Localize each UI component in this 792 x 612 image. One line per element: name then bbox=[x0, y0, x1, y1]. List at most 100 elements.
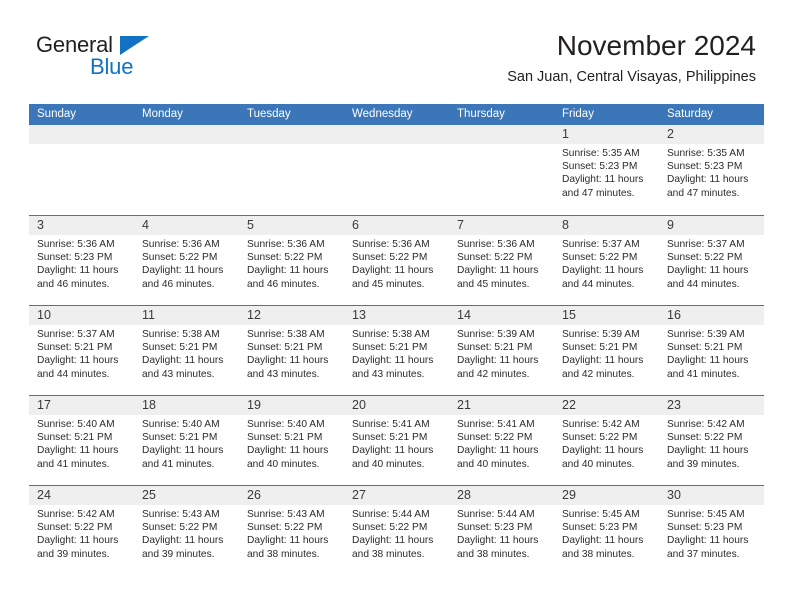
day-number: 10 bbox=[29, 306, 134, 325]
sunset-time: Sunset: 5:21 PM bbox=[142, 432, 218, 444]
calendar-weeks: 1 Sunrise: 5:35 AM Sunset: 5:23 PM Daylight… bbox=[29, 125, 764, 575]
day-details: Sunrise: 5:38 AM Sunset: 5:21 PM Daylight:… bbox=[134, 325, 239, 381]
day-details: Sunrise: 5:39 AM Sunset: 5:21 PM Daylight:… bbox=[449, 325, 554, 381]
daylight-duration-line1: Daylight: 11 hours bbox=[667, 265, 749, 277]
day-number: 5 bbox=[239, 216, 344, 235]
sunset-time: Sunset: 5:22 PM bbox=[352, 522, 428, 534]
calendar-day-cell[interactable]: 22 Sunrise: 5:42 AM Sunset: 5:22 PM Dayligh… bbox=[554, 396, 659, 485]
calendar-day-cell[interactable]: 5 Sunrise: 5:36 AM Sunset: 5:22 PM Daylight… bbox=[239, 216, 344, 305]
calendar-day-cell-empty bbox=[134, 125, 239, 215]
day-details: Sunrise: 5:36 AM Sunset: 5:23 PM Daylight:… bbox=[29, 235, 134, 291]
daylight-duration-line2: and 39 minutes. bbox=[37, 548, 110, 560]
calendar-day-cell[interactable]: 1 Sunrise: 5:35 AM Sunset: 5:23 PM Daylight… bbox=[554, 125, 659, 215]
day-number: 1 bbox=[554, 125, 659, 144]
day-details: Sunrise: 5:35 AM Sunset: 5:23 PM Daylight:… bbox=[554, 144, 659, 200]
calendar-day-cell[interactable]: 9 Sunrise: 5:37 AM Sunset: 5:22 PM Daylight… bbox=[659, 216, 764, 305]
calendar-day-cell[interactable]: 14 Sunrise: 5:39 AM Sunset: 5:21 PM Dayligh… bbox=[449, 306, 554, 395]
calendar-day-cell[interactable]: 2 Sunrise: 5:35 AM Sunset: 5:23 PM Daylight… bbox=[659, 125, 764, 215]
calendar-week-row: 3 Sunrise: 5:36 AM Sunset: 5:23 PM Daylight… bbox=[29, 215, 764, 305]
day-number: 24 bbox=[29, 486, 134, 505]
calendar-day-cell[interactable]: 18 Sunrise: 5:40 AM Sunset: 5:21 PM Dayligh… bbox=[134, 396, 239, 485]
calendar-day-cell[interactable]: 23 Sunrise: 5:42 AM Sunset: 5:22 PM Dayligh… bbox=[659, 396, 764, 485]
calendar-day-cell[interactable]: 21 Sunrise: 5:41 AM Sunset: 5:22 PM Dayligh… bbox=[449, 396, 554, 485]
daylight-duration-line2: and 38 minutes. bbox=[457, 548, 530, 560]
calendar-day-cell[interactable]: 16 Sunrise: 5:39 AM Sunset: 5:21 PM Dayligh… bbox=[659, 306, 764, 395]
day-details: Sunrise: 5:35 AM Sunset: 5:23 PM Daylight:… bbox=[659, 144, 764, 200]
daylight-duration-line2: and 37 minutes. bbox=[667, 548, 740, 560]
day-details: Sunrise: 5:42 AM Sunset: 5:22 PM Daylight:… bbox=[29, 505, 134, 561]
daylight-duration-line1: Daylight: 11 hours bbox=[37, 265, 119, 277]
daylight-duration-line1: Daylight: 11 hours bbox=[352, 355, 434, 367]
sunset-time: Sunset: 5:21 PM bbox=[352, 432, 428, 444]
day-details: Sunrise: 5:36 AM Sunset: 5:22 PM Daylight:… bbox=[239, 235, 344, 291]
day-details: Sunrise: 5:45 AM Sunset: 5:23 PM Daylight:… bbox=[659, 505, 764, 561]
calendar-day-cell[interactable]: 29 Sunrise: 5:45 AM Sunset: 5:23 PM Dayligh… bbox=[554, 486, 659, 575]
daylight-duration-line1: Daylight: 11 hours bbox=[247, 355, 329, 367]
calendar-day-cell[interactable]: 3 Sunrise: 5:36 AM Sunset: 5:23 PM Daylight… bbox=[29, 216, 134, 305]
day-details: Sunrise: 5:38 AM Sunset: 5:21 PM Daylight:… bbox=[344, 325, 449, 381]
calendar-day-cell[interactable]: 10 Sunrise: 5:37 AM Sunset: 5:21 PM Dayligh… bbox=[29, 306, 134, 395]
daylight-duration-line1: Daylight: 11 hours bbox=[247, 535, 329, 547]
day-details: Sunrise: 5:36 AM Sunset: 5:22 PM Daylight:… bbox=[449, 235, 554, 291]
calendar-day-cell[interactable]: 28 Sunrise: 5:44 AM Sunset: 5:23 PM Dayligh… bbox=[449, 486, 554, 575]
calendar-day-cell[interactable]: 20 Sunrise: 5:41 AM Sunset: 5:21 PM Dayligh… bbox=[344, 396, 449, 485]
day-details: Sunrise: 5:39 AM Sunset: 5:21 PM Daylight:… bbox=[659, 325, 764, 381]
calendar-day-cell[interactable]: 27 Sunrise: 5:44 AM Sunset: 5:22 PM Dayligh… bbox=[344, 486, 449, 575]
day-number: 27 bbox=[344, 486, 449, 505]
daylight-duration-line2: and 41 minutes. bbox=[667, 368, 740, 380]
weekday-header-saturday: Saturday bbox=[667, 108, 714, 120]
daylight-duration-line2: and 44 minutes. bbox=[562, 278, 635, 290]
calendar-day-cell[interactable]: 8 Sunrise: 5:37 AM Sunset: 5:22 PM Daylight… bbox=[554, 216, 659, 305]
weekday-header-sunday: Sunday bbox=[37, 108, 77, 120]
daylight-duration-line2: and 38 minutes. bbox=[247, 548, 320, 560]
daylight-duration-line1: Daylight: 11 hours bbox=[352, 535, 434, 547]
calendar-day-cell[interactable]: 19 Sunrise: 5:40 AM Sunset: 5:21 PM Dayligh… bbox=[239, 396, 344, 485]
calendar-day-cell[interactable]: 25 Sunrise: 5:43 AM Sunset: 5:22 PM Dayligh… bbox=[134, 486, 239, 575]
sunrise-time: Sunrise: 5:42 AM bbox=[562, 419, 640, 430]
sunrise-time: Sunrise: 5:36 AM bbox=[352, 239, 430, 250]
calendar-day-cell[interactable]: 30 Sunrise: 5:45 AM Sunset: 5:23 PM Dayligh… bbox=[659, 486, 764, 575]
daylight-duration-line2: and 41 minutes. bbox=[142, 458, 215, 470]
calendar-day-cell[interactable]: 6 Sunrise: 5:36 AM Sunset: 5:22 PM Daylight… bbox=[344, 216, 449, 305]
calendar-day-cell[interactable]: 11 Sunrise: 5:38 AM Sunset: 5:21 PM Dayligh… bbox=[134, 306, 239, 395]
calendar-day-cell[interactable]: 13 Sunrise: 5:38 AM Sunset: 5:21 PM Dayligh… bbox=[344, 306, 449, 395]
calendar-day-cell[interactable]: 12 Sunrise: 5:38 AM Sunset: 5:21 PM Dayligh… bbox=[239, 306, 344, 395]
day-number bbox=[449, 125, 554, 144]
sunset-time: Sunset: 5:22 PM bbox=[247, 252, 323, 264]
calendar-day-cell[interactable]: 7 Sunrise: 5:36 AM Sunset: 5:22 PM Daylight… bbox=[449, 216, 554, 305]
daylight-duration-line1: Daylight: 11 hours bbox=[142, 535, 224, 547]
sunrise-time: Sunrise: 5:38 AM bbox=[142, 329, 220, 340]
daylight-duration-line1: Daylight: 11 hours bbox=[37, 445, 119, 457]
sunrise-time: Sunrise: 5:38 AM bbox=[352, 329, 430, 340]
day-details: Sunrise: 5:39 AM Sunset: 5:21 PM Daylight:… bbox=[554, 325, 659, 381]
sunrise-time: Sunrise: 5:42 AM bbox=[667, 419, 745, 430]
day-number: 23 bbox=[659, 396, 764, 415]
day-number bbox=[239, 125, 344, 144]
day-details: Sunrise: 5:42 AM Sunset: 5:22 PM Daylight:… bbox=[554, 415, 659, 471]
sunrise-time: Sunrise: 5:38 AM bbox=[247, 329, 325, 340]
daylight-duration-line1: Daylight: 11 hours bbox=[667, 174, 749, 186]
sunset-time: Sunset: 5:23 PM bbox=[667, 161, 743, 173]
daylight-duration-line1: Daylight: 11 hours bbox=[37, 535, 119, 547]
day-number: 12 bbox=[239, 306, 344, 325]
calendar-day-cell[interactable]: 4 Sunrise: 5:36 AM Sunset: 5:22 PM Daylight… bbox=[134, 216, 239, 305]
calendar-day-cell[interactable]: 17 Sunrise: 5:40 AM Sunset: 5:21 PM Dayligh… bbox=[29, 396, 134, 485]
sunrise-time: Sunrise: 5:36 AM bbox=[142, 239, 220, 250]
sunset-time: Sunset: 5:21 PM bbox=[562, 342, 638, 354]
calendar-day-cell[interactable]: 24 Sunrise: 5:42 AM Sunset: 5:22 PM Dayligh… bbox=[29, 486, 134, 575]
day-details: Sunrise: 5:44 AM Sunset: 5:22 PM Daylight:… bbox=[344, 505, 449, 561]
sunset-time: Sunset: 5:21 PM bbox=[352, 342, 428, 354]
calendar-day-cell[interactable]: 15 Sunrise: 5:39 AM Sunset: 5:21 PM Dayligh… bbox=[554, 306, 659, 395]
general-blue-logo[interactable]: General Blue bbox=[36, 33, 266, 83]
sunrise-time: Sunrise: 5:36 AM bbox=[37, 239, 115, 250]
sunrise-time: Sunrise: 5:44 AM bbox=[457, 509, 535, 520]
day-number bbox=[134, 125, 239, 144]
calendar-day-cell[interactable]: 26 Sunrise: 5:43 AM Sunset: 5:22 PM Dayligh… bbox=[239, 486, 344, 575]
daylight-duration-line2: and 40 minutes. bbox=[562, 458, 635, 470]
day-number: 28 bbox=[449, 486, 554, 505]
title-block: November 2024 San Juan, Central Visayas,… bbox=[507, 29, 756, 87]
logo-triangle-icon bbox=[120, 36, 149, 55]
day-details: Sunrise: 5:37 AM Sunset: 5:21 PM Daylight:… bbox=[29, 325, 134, 381]
sunset-time: Sunset: 5:22 PM bbox=[457, 432, 533, 444]
daylight-duration-line2: and 38 minutes. bbox=[562, 548, 635, 560]
